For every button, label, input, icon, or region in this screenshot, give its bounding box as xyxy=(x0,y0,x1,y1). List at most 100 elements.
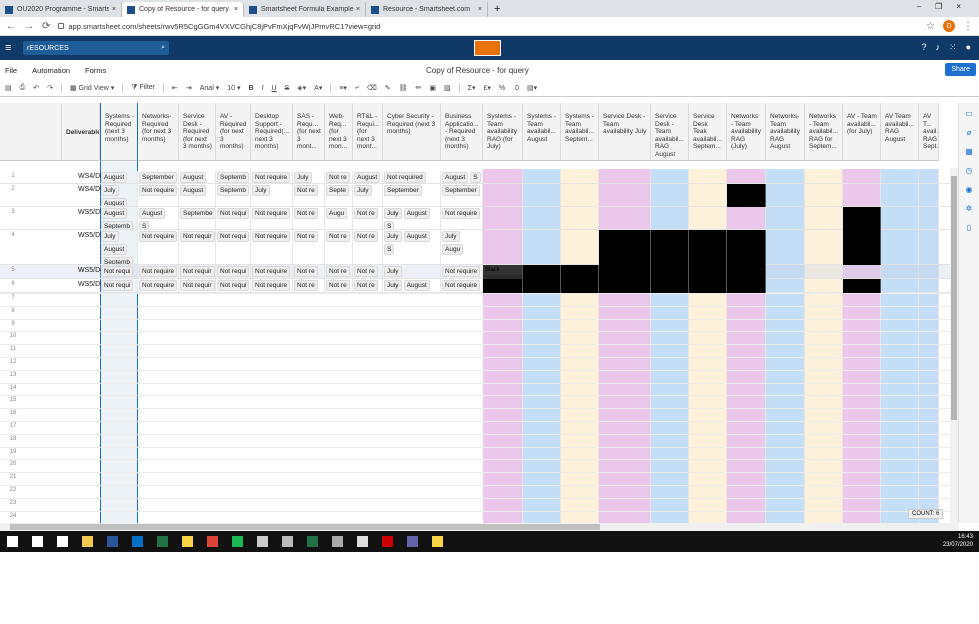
column-header[interactable]: Networks - Team availability RAG (July) xyxy=(727,103,766,161)
grid-cell[interactable]: JulyAugustS xyxy=(383,207,441,229)
grid-cell[interactable]: August Septemb xyxy=(100,207,138,229)
word-icon[interactable] xyxy=(100,531,125,552)
table-row[interactable]: 2 WS4/D03 JulyAugust Not require August Septe… xyxy=(0,184,958,207)
menu-item[interactable]: File xyxy=(5,66,17,75)
layout-icon[interactable]: ▤▾ xyxy=(527,84,537,92)
strikethrough-icon[interactable]: S xyxy=(285,85,290,92)
settings-icon[interactable]: ✲ xyxy=(959,204,979,213)
grid-cell[interactable]: August S xyxy=(138,207,179,229)
rag-black-cell[interactable] xyxy=(599,265,651,279)
close-icon[interactable]: × xyxy=(234,6,238,13)
filter-button[interactable]: ⧩ Filter xyxy=(131,84,155,92)
acrobat-icon[interactable] xyxy=(375,531,400,552)
system-clock[interactable]: 16:43 23/07/2020 xyxy=(943,533,973,549)
grid-cell[interactable]: Not re xyxy=(293,265,325,278)
grid-cell[interactable]: JulyAugustS xyxy=(383,230,441,264)
close-icon[interactable]: × xyxy=(478,6,482,13)
rag-black-cell[interactable] xyxy=(727,279,766,293)
image-icon[interactable]: ▨ xyxy=(444,84,451,92)
rag-black-cell[interactable] xyxy=(561,279,599,293)
column-header[interactable]: SAS - Requ... (for next 3 mont... xyxy=(293,103,325,161)
rag-black-cell[interactable] xyxy=(561,265,599,279)
close-icon[interactable]: × xyxy=(112,6,116,13)
grid-cell[interactable]: Not require xyxy=(138,230,179,264)
column-header[interactable]: Service Desk - Required (for next 3 mont… xyxy=(179,103,216,161)
grid-cell[interactable]: July August xyxy=(100,184,138,206)
grid-cell[interactable]: Not re xyxy=(293,184,325,206)
wrap-icon[interactable]: ⤶ xyxy=(355,84,359,92)
menu-item[interactable]: Forms xyxy=(85,66,106,75)
attachments-icon[interactable]: ⌀ xyxy=(959,128,979,137)
italic-icon[interactable]: I xyxy=(262,85,264,92)
grid-cell[interactable]: Not require xyxy=(441,279,483,292)
table-row[interactable]: 3 WS5/D1 AugustSeptemb AugustS Septembe Not r… xyxy=(0,207,958,230)
grid-cell[interactable]: Not requi xyxy=(100,265,138,278)
column-header[interactable]: Deliverable xyxy=(62,103,100,161)
help-icon[interactable]: ? xyxy=(922,42,927,53)
grid-cell[interactable]: Not re xyxy=(353,207,383,229)
grid-cell[interactable]: Not requir xyxy=(179,230,216,264)
browser-tab[interactable]: Resource - Smartsheet.com × xyxy=(366,2,488,17)
star-icon[interactable]: ☆ xyxy=(926,21,935,32)
grid-cell[interactable]: Not require xyxy=(251,171,293,183)
rag-black-cell[interactable] xyxy=(727,184,766,207)
table-row[interactable]: 4 WS5/D3 JulyAugustSeptemb Not require Not r… xyxy=(0,230,958,265)
hamburger-icon[interactable]: ≡ xyxy=(5,42,21,54)
reload-icon[interactable]: ⟳ xyxy=(42,21,50,32)
rag-black-cell[interactable] xyxy=(651,279,689,293)
rag-black-cell[interactable] xyxy=(483,279,523,293)
start-icon[interactable] xyxy=(0,531,25,552)
column-header[interactable]: Desktop Support - Required(... next 3 mo… xyxy=(251,103,293,161)
currency-icon[interactable]: £▾ xyxy=(484,84,491,92)
column-header[interactable]: Systems - Team availability RAG (for Jul… xyxy=(483,103,523,161)
grid-cell[interactable]: Not requi xyxy=(216,207,251,229)
spotify-icon[interactable] xyxy=(225,531,250,552)
rag-black-cell[interactable]: Black xyxy=(483,265,523,279)
grid-cell[interactable]: July xyxy=(353,184,383,206)
task-view-icon[interactable] xyxy=(50,531,75,552)
teams-icon[interactable] xyxy=(400,531,425,552)
share-button[interactable]: Share xyxy=(945,63,976,76)
grid-cell[interactable]: Not requir xyxy=(179,279,216,292)
grid-cell[interactable]: Not re xyxy=(325,171,353,183)
grid-cell[interactable]: Not required xyxy=(383,171,441,183)
back-icon[interactable]: ← xyxy=(6,21,16,32)
grid-cell[interactable]: Not re xyxy=(353,265,383,278)
highlight-icon[interactable]: ✏ xyxy=(416,84,422,92)
grid-cell[interactable]: Not require xyxy=(251,279,293,292)
search-input[interactable]: rESOURCES ⌕ xyxy=(23,41,169,55)
grid-cell[interactable]: JulyAugustS xyxy=(383,279,441,292)
smartsheet-logo[interactable] xyxy=(474,40,501,56)
forward-icon[interactable]: → xyxy=(24,21,34,32)
grid-cell[interactable]: September xyxy=(383,184,441,206)
rag-black-cell[interactable] xyxy=(843,279,881,293)
rag-black-cell[interactable] xyxy=(689,279,727,293)
bold-icon[interactable]: B xyxy=(249,85,254,92)
column-header[interactable]: Service Desk - Team availabil... RAG Aug… xyxy=(651,103,689,161)
window-controls-icon[interactable]: –❐× xyxy=(917,2,975,11)
text-color-icon[interactable]: A▾ xyxy=(314,84,322,92)
table-row[interactable]: 1 WS4/D01 August September August Septemb Not … xyxy=(0,171,958,184)
grid-cell[interactable]: Not re xyxy=(353,279,383,292)
grid-cell[interactable]: Not re xyxy=(293,207,325,229)
percent-icon[interactable]: % xyxy=(499,85,505,92)
url-field[interactable]: app.smartsheet.com/sheets/rwv5R5CgGGm4VX… xyxy=(58,22,918,31)
grid-cell[interactable]: Not require xyxy=(441,265,483,278)
column-header[interactable]: Networks - Team availabil... RAG for Sep… xyxy=(805,103,843,161)
grid-cell[interactable]: Not re xyxy=(353,230,383,264)
settings-icon[interactable] xyxy=(350,531,375,552)
column-header[interactable]: AV - Team availabil... (for July) xyxy=(843,103,881,161)
column-header[interactable]: Web- Req... (for next 3 mon... xyxy=(325,103,353,161)
size-select[interactable]: 10 ▾ xyxy=(227,84,240,92)
new-tab-icon[interactable]: + xyxy=(488,2,506,17)
grid-cell[interactable]: August xyxy=(179,184,216,206)
column-header[interactable]: Systems - Required (next 3 months) xyxy=(100,103,138,161)
grid-cell[interactable]: Not re xyxy=(325,230,353,264)
grid-cell[interactable]: Septe xyxy=(325,184,353,206)
more-icon[interactable]: ⋮ xyxy=(963,21,973,32)
grid-cell[interactable]: Not requir xyxy=(179,265,216,278)
rag-black-cell[interactable] xyxy=(599,230,651,265)
card-icon[interactable]: ▣ xyxy=(429,84,436,92)
rag-black-cell[interactable] xyxy=(599,279,651,293)
grid-cell[interactable]: September xyxy=(138,171,179,183)
